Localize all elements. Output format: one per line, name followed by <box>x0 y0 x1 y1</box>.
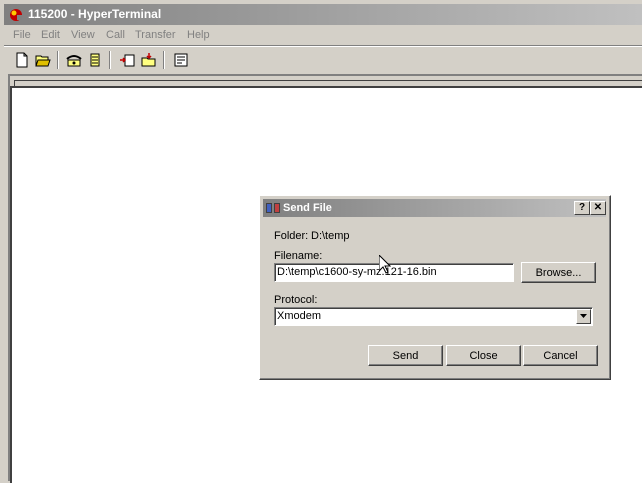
help-button[interactable]: ? <box>574 201 590 215</box>
browse-button[interactable]: Browse... <box>521 262 596 283</box>
menu-edit[interactable]: Edit <box>41 28 60 43</box>
connect-icon <box>66 55 82 67</box>
menu-file[interactable]: File <box>13 28 31 43</box>
filename-label: Filename: <box>274 250 323 262</box>
menu-call[interactable]: Call <box>106 28 125 43</box>
protocol-dropdown-button[interactable] <box>576 309 591 324</box>
menu-view[interactable]: View <box>71 28 95 43</box>
protocol-select[interactable]: Xmodem <box>274 307 593 326</box>
receive-button[interactable] <box>139 50 159 70</box>
filename-value: D:\temp\c1600-sy-mz.121-16.bin <box>277 266 437 278</box>
toolbar-separator <box>57 51 59 69</box>
disconnect-button[interactable] <box>85 50 105 70</box>
send-icon <box>120 54 135 67</box>
dialog-titlebar[interactable]: Send File ? ✕ <box>263 199 606 217</box>
toolbar-separator <box>109 51 111 69</box>
disconnect-icon <box>90 53 100 67</box>
properties-icon <box>174 53 188 67</box>
open-icon <box>35 55 51 67</box>
menu-bar: File Edit View Call Transfer Help <box>4 26 642 45</box>
close-window-button[interactable]: ✕ <box>590 201 606 215</box>
toolbar-separator <box>163 51 165 69</box>
new-icon <box>16 52 28 68</box>
window-title: 115200 - HyperTerminal <box>28 7 162 21</box>
close-button[interactable]: Close <box>446 345 521 366</box>
window-titlebar[interactable]: 115200 - HyperTerminal <box>4 4 642 25</box>
open-button[interactable] <box>33 50 53 70</box>
menu-help[interactable]: Help <box>187 28 210 43</box>
folder-label: Folder: <box>274 230 309 242</box>
folder-value: D:\temp <box>311 230 350 242</box>
chevron-down-icon <box>580 314 587 318</box>
dialog-title: Send File <box>283 202 332 214</box>
properties-button[interactable] <box>171 50 191 70</box>
protocol-value: Xmodem <box>277 310 322 322</box>
mouse-cursor-icon <box>379 255 391 274</box>
send-button[interactable]: Send <box>368 345 443 366</box>
cancel-button[interactable]: Cancel <box>523 345 598 366</box>
send-file-icon <box>266 203 280 213</box>
new-button[interactable] <box>12 50 32 70</box>
menu-transfer[interactable]: Transfer <box>135 28 176 43</box>
receive-icon <box>141 53 156 67</box>
send-button[interactable] <box>117 50 137 70</box>
send-file-dialog: Send File ? ✕ Folder: D:\temp Filename: … <box>259 195 611 380</box>
menu-separator <box>4 45 642 47</box>
hyperterminal-icon <box>10 9 22 21</box>
connect-button[interactable] <box>64 50 84 70</box>
protocol-label: Protocol: <box>274 294 318 306</box>
filename-input[interactable]: D:\temp\c1600-sy-mz.121-16.bin <box>274 263 514 282</box>
toolbar <box>4 48 642 73</box>
